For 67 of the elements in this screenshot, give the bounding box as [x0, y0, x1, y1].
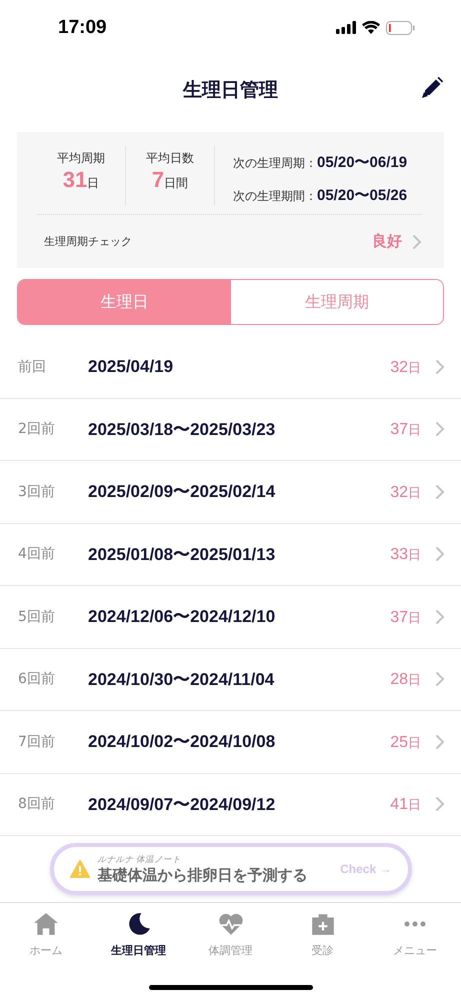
- chevron-icon: [412, 234, 422, 250]
- period-label: 5回前: [18, 608, 56, 626]
- period-label: 前回: [18, 358, 47, 376]
- period-row[interactable]: 5回前 2024/12/06〜2024/12/10 37日: [0, 586, 461, 648]
- period-dates: 2025/03/18〜2025/03/23: [88, 418, 276, 441]
- chevron-icon: [435, 421, 445, 438]
- home-icon: [33, 911, 60, 937]
- period-label: 7回前: [18, 732, 56, 751]
- forecast-label: 次の生理周期：: [233, 156, 317, 170]
- more-icon: [402, 921, 428, 927]
- promo-banner[interactable]: ルナルナ 体温ノート 基礎体温から排卵日を予測する Check →: [50, 843, 412, 895]
- stat-label: 平均日数: [146, 150, 194, 167]
- period-dates: 2024/10/30〜2024/11/04: [88, 668, 276, 691]
- heart-icon: [218, 911, 244, 937]
- chevron-icon: [435, 546, 445, 562]
- period-dates: 2025/02/09〜2025/02/14: [88, 481, 276, 504]
- cycle-days: 32日: [390, 482, 421, 502]
- signal-icon: [336, 21, 356, 34]
- check-result: 良好: [372, 232, 402, 251]
- edit-button[interactable]: [421, 77, 443, 99]
- period-row[interactable]: 2回前 2025/03/18〜2025/03/23 37日: [0, 398, 461, 461]
- period-label: 6回前: [18, 670, 56, 688]
- period-dates: 2024/10/02〜2024/10/08: [88, 731, 276, 754]
- forecast-value: 05/20〜05/26: [317, 187, 408, 204]
- stat-value: 31日: [62, 167, 100, 193]
- tab-bar-item[interactable]: 生理日管理: [92, 903, 184, 965]
- banner-text: 基礎体温から排卵日を予測する: [98, 866, 308, 884]
- pencil-icon: [421, 77, 443, 99]
- period-label: 4回前: [18, 545, 56, 564]
- chevron-icon: [435, 734, 445, 750]
- cycle-check-row[interactable]: 生理周期チェック 良好: [37, 215, 422, 268]
- check-label: 生理周期チェック: [44, 234, 133, 249]
- chevron-icon: [435, 608, 445, 625]
- period-dates: 2025/01/08〜2025/01/13: [88, 544, 276, 566]
- stat-label: 平均周期: [57, 150, 105, 167]
- cycle-days: 28日: [390, 669, 421, 690]
- forecast-value: 05/20〜06/19: [317, 154, 408, 171]
- stat-value: 7日間: [152, 167, 188, 193]
- period-row[interactable]: 4回前 2025/01/08〜2025/01/13 33日: [0, 524, 461, 586]
- cycle-days: 33日: [390, 544, 421, 564]
- status-time: 17:09: [58, 16, 107, 38]
- forecast-label: 次の生理期間：: [233, 189, 317, 203]
- cycle-days: 37日: [390, 606, 421, 627]
- warning-icon: [70, 860, 90, 878]
- period-dates: 2025/04/19: [88, 356, 174, 377]
- cycle-days: 32日: [390, 356, 421, 377]
- period-dates: 2024/09/07〜2024/09/12: [88, 794, 276, 816]
- period-row[interactable]: 3回前 2025/02/09〜2025/02/14 32日: [0, 461, 461, 524]
- wifi-icon: [362, 21, 380, 34]
- period-label: 3回前: [18, 482, 56, 501]
- chevron-icon: [435, 484, 445, 500]
- chevron-icon: [435, 358, 445, 375]
- period-row[interactable]: 前回 2025/04/19 32日: [0, 336, 461, 398]
- period-label: 8回前: [18, 795, 56, 814]
- period-label: 2回前: [18, 420, 56, 438]
- period-row[interactable]: 6回前 2024/10/30〜2024/11/04 28日: [0, 648, 461, 711]
- battery-icon: [386, 20, 415, 34]
- page-title: 生理日管理: [183, 78, 278, 103]
- cycle-days: 37日: [390, 419, 421, 440]
- chevron-icon: [435, 796, 445, 812]
- period-row[interactable]: 7回前 2024/10/02〜2024/10/08 25日: [0, 711, 461, 774]
- cycle-days: 41日: [390, 794, 421, 814]
- chevron-icon: [435, 671, 445, 688]
- period-dates: 2024/12/06〜2024/12/10: [88, 606, 276, 628]
- cycle-days: 25日: [390, 732, 421, 752]
- period-row[interactable]: 8回前 2024/09/07〜2024/09/12 41日: [0, 774, 461, 836]
- banner-caption: ルナルナ 体温ノート: [98, 854, 182, 866]
